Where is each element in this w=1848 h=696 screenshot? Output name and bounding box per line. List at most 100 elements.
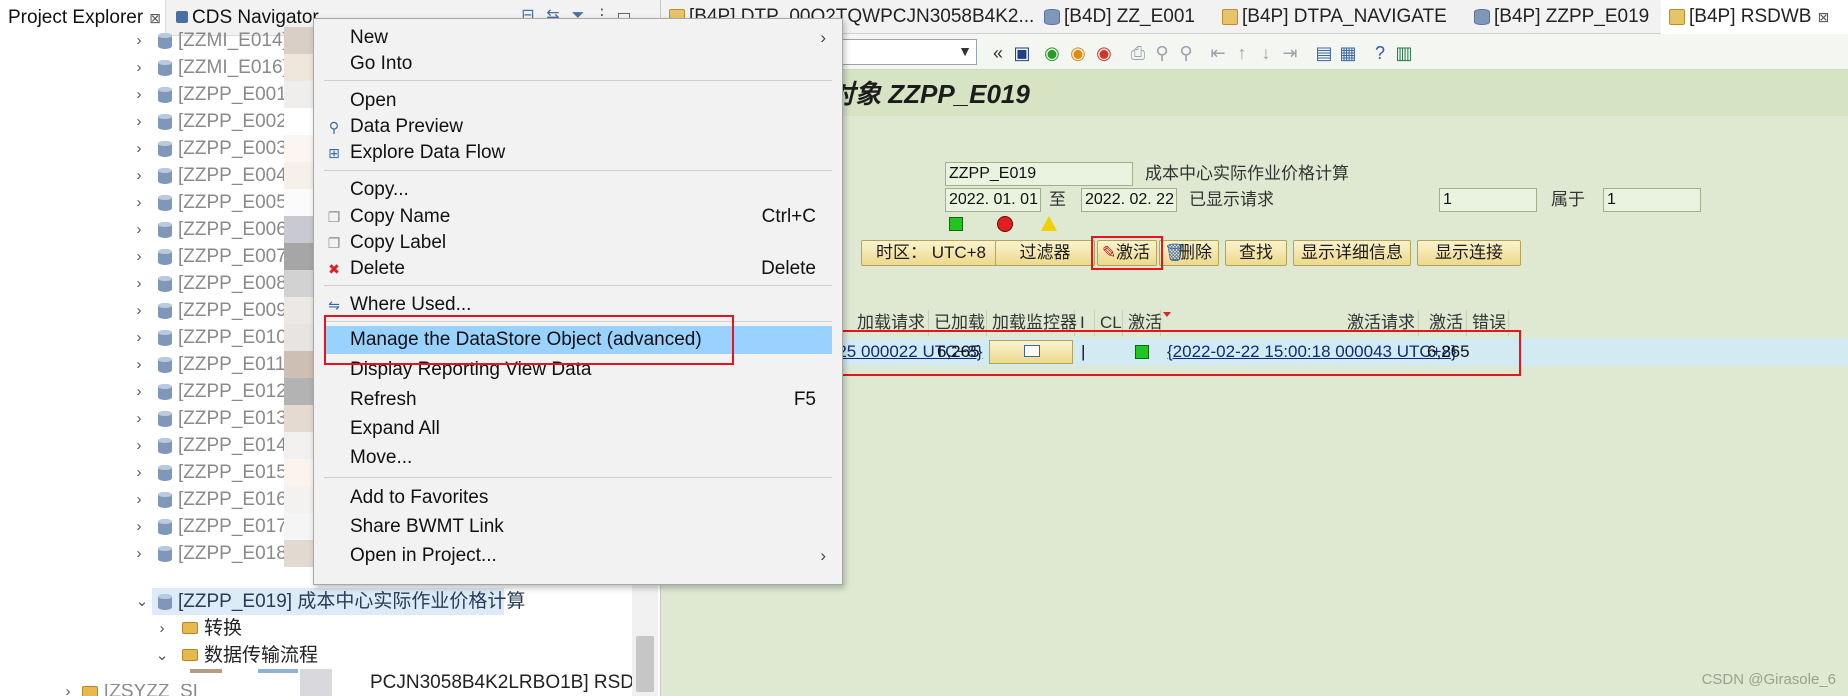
timezone-button[interactable]: 时区： UTC+8: [861, 240, 1001, 266]
scrollbar-thumb[interactable]: [636, 636, 654, 692]
close-icon[interactable]: ⊠: [1817, 9, 1829, 25]
chevron-right-icon[interactable]: ›: [131, 324, 147, 351]
green-status-icon[interactable]: [949, 217, 963, 231]
print-icon[interactable]: ⎙: [1127, 42, 1149, 64]
yellow-warning-icon[interactable]: [1041, 216, 1057, 231]
tree-item[interactable]: › [ZZPP_E006]: [0, 216, 320, 243]
delete-button[interactable]: 🗑 删除: [1159, 240, 1219, 266]
tree-item[interactable]: › [ZZPP_E013]: [0, 405, 320, 432]
find-next-icon[interactable]: ⚲: [1175, 42, 1197, 64]
tree-item[interactable]: › [ZZPP_E014]: [0, 432, 320, 459]
cancel-icon[interactable]: ◉: [1093, 42, 1115, 64]
tree-item-transformation[interactable]: › 转换: [0, 615, 600, 642]
chevron-right-icon[interactable]: ›: [131, 378, 147, 405]
object-name-field[interactable]: ZZPP_E019: [945, 162, 1133, 186]
tree-item[interactable]: › [ZZPP_E005]: [0, 189, 320, 216]
date-from-field[interactable]: 2022. 01. 01: [945, 188, 1041, 212]
menu-item-refresh[interactable]: Refresh F5: [324, 387, 832, 413]
last-page-icon[interactable]: ⇥: [1279, 42, 1301, 64]
chevron-right-icon[interactable]: ›: [131, 243, 147, 270]
chevron-right-icon[interactable]: ›: [131, 459, 147, 486]
menu-item-open[interactable]: Open: [324, 88, 832, 114]
show-details-button[interactable]: 显示详细信息: [1293, 240, 1411, 266]
show-connection-button[interactable]: 显示连接: [1417, 240, 1521, 266]
first-page-icon[interactable]: ⇤: [1207, 42, 1229, 64]
chevron-right-icon[interactable]: ›: [131, 162, 147, 189]
menu-item-go-into[interactable]: Go Into: [324, 51, 832, 77]
tree-item[interactable]: › [ZZMI_E016]: [0, 54, 320, 81]
menu-item-copy-name[interactable]: ❐ Copy Name Ctrl+C: [324, 204, 832, 230]
tab-zz-e001[interactable]: [B4D] ZZ_E001: [1036, 0, 1214, 34]
menu-item-explore-data-flow[interactable]: ⊞ Explore Data Flow: [324, 140, 832, 166]
tab-rsdwb[interactable]: [B4P] RSDWB ⊠: [1661, 0, 1848, 34]
tree-item[interactable]: › [ZZPP_E004]: [0, 162, 320, 189]
tree-item-zzpp-e019[interactable]: ⌄ [ZZPP_E019] 成本中心实际作业价格计算: [136, 588, 525, 615]
chevron-right-icon[interactable]: ›: [131, 135, 147, 162]
tree-item[interactable]: › [ZZPP_E016]: [0, 486, 320, 513]
find-button[interactable]: 查找: [1225, 240, 1287, 266]
chevron-right-icon[interactable]: ›: [131, 27, 147, 54]
tree-item[interactable]: › [ZZPP_E018]: [0, 540, 320, 567]
tree-item-data-transfer-process[interactable]: ⌄ 数据传输流程: [0, 642, 600, 669]
chevron-right-icon[interactable]: ›: [131, 270, 147, 297]
next-page-icon[interactable]: ↓: [1255, 42, 1277, 64]
belongs-field[interactable]: 1: [1603, 188, 1701, 212]
tree-item[interactable]: › [ZZPP_E012]: [0, 378, 320, 405]
chevron-right-icon[interactable]: ›: [131, 486, 147, 513]
chevron-down-icon[interactable]: ▼: [958, 43, 972, 59]
menu-item-add-to-favorites[interactable]: Add to Favorites: [324, 485, 832, 511]
menu-item-delete[interactable]: ✖ Delete Delete: [324, 256, 832, 282]
customize-layout-icon[interactable]: ▥: [1393, 42, 1415, 64]
menu-item-share-bwmt-link[interactable]: Share BWMT Link: [324, 514, 832, 540]
tree-item[interactable]: › [ZZMI_E014]: [0, 27, 320, 54]
chevron-right-icon[interactable]: ›: [131, 216, 147, 243]
close-icon[interactable]: ⊠: [149, 10, 161, 26]
menu-item-copy-label[interactable]: ❐ Copy Label: [324, 230, 832, 256]
tree-item[interactable]: › [ZZPP_E001]: [0, 81, 320, 108]
help-icon[interactable]: ?: [1369, 42, 1391, 64]
back-icon[interactable]: ◉: [1041, 42, 1063, 64]
menu-item-data-preview[interactable]: ⚲ Data Preview: [324, 114, 832, 140]
tree-item[interactable]: › [ZZPP_E015]: [0, 459, 320, 486]
chevron-right-icon[interactable]: ›: [131, 351, 147, 378]
date-to-field[interactable]: 2022. 02. 22: [1081, 188, 1177, 212]
exit-icon[interactable]: ◉: [1067, 42, 1089, 64]
chevron-right-icon[interactable]: ›: [131, 297, 147, 324]
menu-item-move[interactable]: Move...: [324, 445, 832, 471]
find-icon[interactable]: ⚲: [1151, 42, 1173, 64]
chevron-right-icon[interactable]: ›: [131, 81, 147, 108]
new-session-icon[interactable]: ▤: [1313, 42, 1335, 64]
prev-page-icon[interactable]: ↑: [1231, 42, 1253, 64]
tree-item[interactable]: › [ZZPP_E009]: [0, 297, 320, 324]
tab-zzpp-e019[interactable]: [B4P] ZZPP_E019: [1466, 0, 1661, 34]
chevron-down-icon[interactable]: ⌄: [154, 642, 170, 669]
chevron-down-icon[interactable]: ⌄: [134, 588, 150, 615]
chevron-right-icon[interactable]: ›: [154, 615, 170, 642]
tree-item[interactable]: › [ZZPP_E010]: [0, 324, 320, 351]
tree-item[interactable]: › [ZZPP_E002]: [0, 108, 320, 135]
tree-item[interactable]: › [ZZPP_E003]: [0, 135, 320, 162]
chevron-right-icon[interactable]: ›: [131, 108, 147, 135]
menu-item-expand-all[interactable]: Expand All: [324, 416, 832, 442]
menu-item-open-in-project[interactable]: Open in Project... ›: [324, 543, 832, 569]
save-icon[interactable]: ▣: [1011, 42, 1033, 64]
tab-dtpa-navigate[interactable]: [B4P] DTPA_NAVIGATE: [1214, 0, 1466, 34]
tree-item[interactable]: › [ZZPP_E017]: [0, 513, 320, 540]
chevron-right-icon[interactable]: ›: [131, 405, 147, 432]
red-status-icon[interactable]: [997, 216, 1013, 232]
menu-item-new[interactable]: New ›: [324, 25, 832, 51]
chevron-right-icon[interactable]: ›: [131, 540, 147, 567]
chevron-right-icon[interactable]: ›: [131, 432, 147, 459]
chevron-right-icon[interactable]: ›: [131, 189, 147, 216]
chevron-right-icon[interactable]: ›: [131, 513, 147, 540]
filter-button[interactable]: 过滤器: [995, 240, 1095, 266]
tree-item[interactable]: › [ZZPP_E007]: [0, 243, 320, 270]
double-left-icon[interactable]: «: [987, 42, 1009, 64]
tree-item[interactable]: › [ZZPP_E011]: [0, 351, 320, 378]
shown-requests-field[interactable]: 1: [1439, 188, 1537, 212]
menu-item-copy[interactable]: Copy...: [324, 177, 832, 203]
chevron-right-icon[interactable]: ›: [131, 54, 147, 81]
shortcut-icon[interactable]: ▦: [1337, 42, 1359, 64]
tree-item[interactable]: › [ZZPP_E008]: [0, 270, 320, 297]
tree-item-zsyzz[interactable]: › [ZSYZZ_SI: [0, 684, 320, 696]
